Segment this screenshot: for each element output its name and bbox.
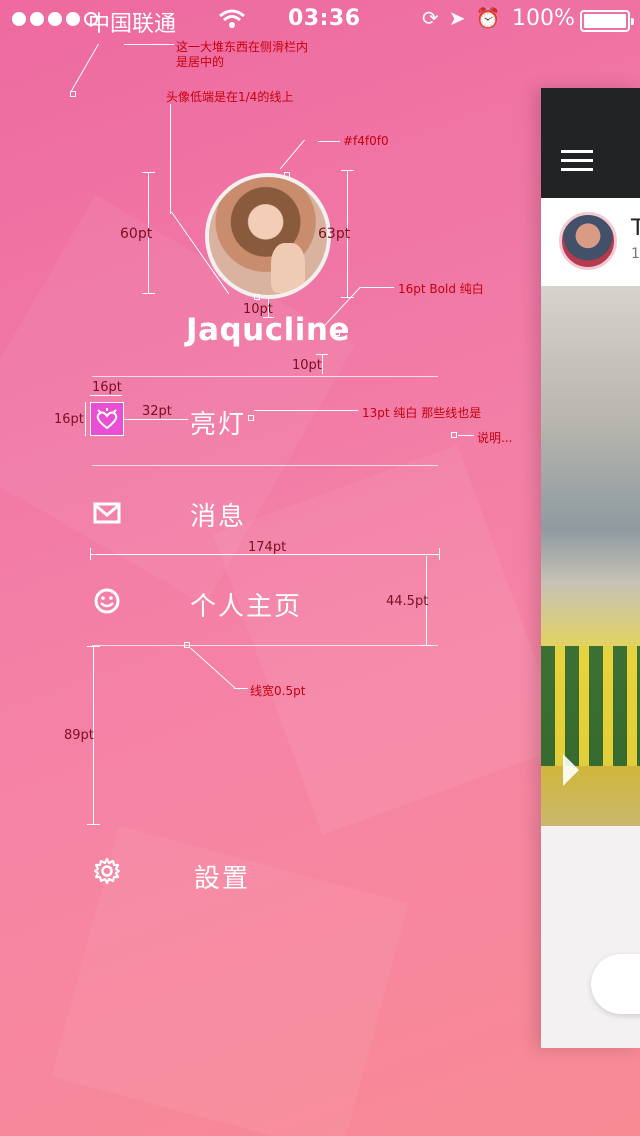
annotation-leader: [279, 139, 305, 170]
menu-label-light: 亮灯: [190, 410, 247, 440]
dimension-cap: [341, 170, 354, 171]
menu-label-messages: 消息: [190, 502, 247, 532]
signal-strength-icon: [12, 12, 98, 26]
menu-label-profile: 个人主页: [190, 592, 303, 622]
annotation-leader: [458, 435, 474, 436]
post-photo[interactable]: [541, 286, 640, 826]
battery-icon: [580, 10, 634, 32]
annotation-leader: [170, 104, 171, 214]
dimension-line: [90, 395, 122, 396]
play-icon[interactable]: [563, 754, 579, 786]
rotation-lock-icon: ⟳: [422, 6, 449, 30]
menu-label-settings: 設置: [194, 864, 251, 894]
menu-item-messages[interactable]: 消息: [90, 482, 438, 542]
dimension-label: 16pt: [92, 380, 122, 395]
dimension-label: 32pt: [142, 404, 172, 419]
dimension-cap: [341, 297, 354, 298]
hamburger-menu-icon[interactable]: [561, 150, 593, 177]
dimension-cap: [439, 548, 440, 560]
menu-divider: [92, 465, 438, 466]
dimension-line: [124, 419, 188, 420]
gear-icon: [90, 854, 124, 888]
annotation-name-font: 16pt Bold 纯白: [398, 282, 484, 296]
preview-action-button[interactable]: [591, 954, 640, 1014]
heart-light-icon: [90, 402, 124, 436]
dimension-line: [85, 402, 86, 436]
dimension-cap: [87, 646, 100, 647]
carrier-name: 中国联通: [88, 12, 177, 37]
battery-percentage: 100%: [512, 6, 575, 31]
dimension-cap: [142, 172, 155, 173]
dimension-cap: [90, 548, 91, 560]
menu-divider: [92, 376, 438, 377]
annotation-leader: [70, 43, 99, 93]
main-content-preview[interactable]: T 1: [541, 88, 640, 1048]
dimension-line: [322, 354, 323, 374]
dimension-label: 89pt: [64, 728, 94, 743]
menu-divider: [92, 645, 438, 646]
dimension-cap: [316, 354, 328, 355]
annotation-avatar-quarter: 头像低端是在1/4的线上: [166, 90, 294, 104]
annotation-node: [254, 294, 260, 300]
alarm-icon: ⏰: [475, 6, 511, 30]
annotation-leader: [234, 688, 248, 689]
menu-item-settings[interactable]: 設置: [90, 842, 438, 902]
annotation-leader: [254, 410, 358, 411]
annotation-line-width: 线宽0.5pt: [250, 684, 306, 698]
annotation-explain: 说明...: [477, 431, 513, 445]
preview-topbar: [541, 88, 640, 198]
annotation-node: [334, 330, 340, 336]
post-title: T: [631, 216, 640, 241]
wifi-icon: [218, 8, 246, 36]
smiley-icon: [90, 584, 124, 618]
photo-detail: [541, 646, 640, 766]
dimension-label: 63pt: [318, 226, 351, 242]
annotation-centered-note: 这一大堆东西在侧滑栏内 是居中的: [176, 40, 309, 69]
status-time: 03:36: [288, 6, 361, 31]
dimension-cap: [87, 824, 100, 825]
preview-post-header: T 1: [541, 198, 640, 286]
dimension-label: 16pt: [54, 412, 84, 427]
location-arrow-icon: ➤: [448, 6, 476, 30]
annotation-menu-font: 13pt 纯白 那些线也是: [362, 406, 482, 420]
dimension-label: 60pt: [120, 226, 153, 242]
profile-name[interactable]: Jaqucline: [150, 312, 386, 348]
annotation-node: [451, 432, 457, 438]
post-subtitle: 1: [631, 246, 640, 262]
annotation-node: [248, 415, 254, 421]
dimension-label: 10pt: [292, 358, 322, 373]
status-bar: 中国联通 03:36 ⟳➤⏰ 100%: [0, 0, 640, 40]
annotation-leader: [124, 44, 174, 45]
system-icons: ⟳➤⏰: [422, 6, 510, 30]
annotation-leader: [318, 141, 340, 142]
annotation-leader: [360, 287, 394, 288]
mail-icon: [90, 496, 124, 530]
annotation-leader: [190, 647, 236, 689]
annotation-border-color: #f4f0f0: [343, 134, 389, 148]
annotation-node: [184, 642, 190, 648]
dimension-cap: [142, 293, 155, 294]
avatar-photo-detail: [271, 243, 305, 293]
profile-avatar[interactable]: [205, 173, 331, 299]
post-author-avatar[interactable]: [559, 212, 617, 270]
dimension-label: 174pt: [248, 540, 287, 555]
dimension-label: 44.5pt: [386, 594, 429, 609]
